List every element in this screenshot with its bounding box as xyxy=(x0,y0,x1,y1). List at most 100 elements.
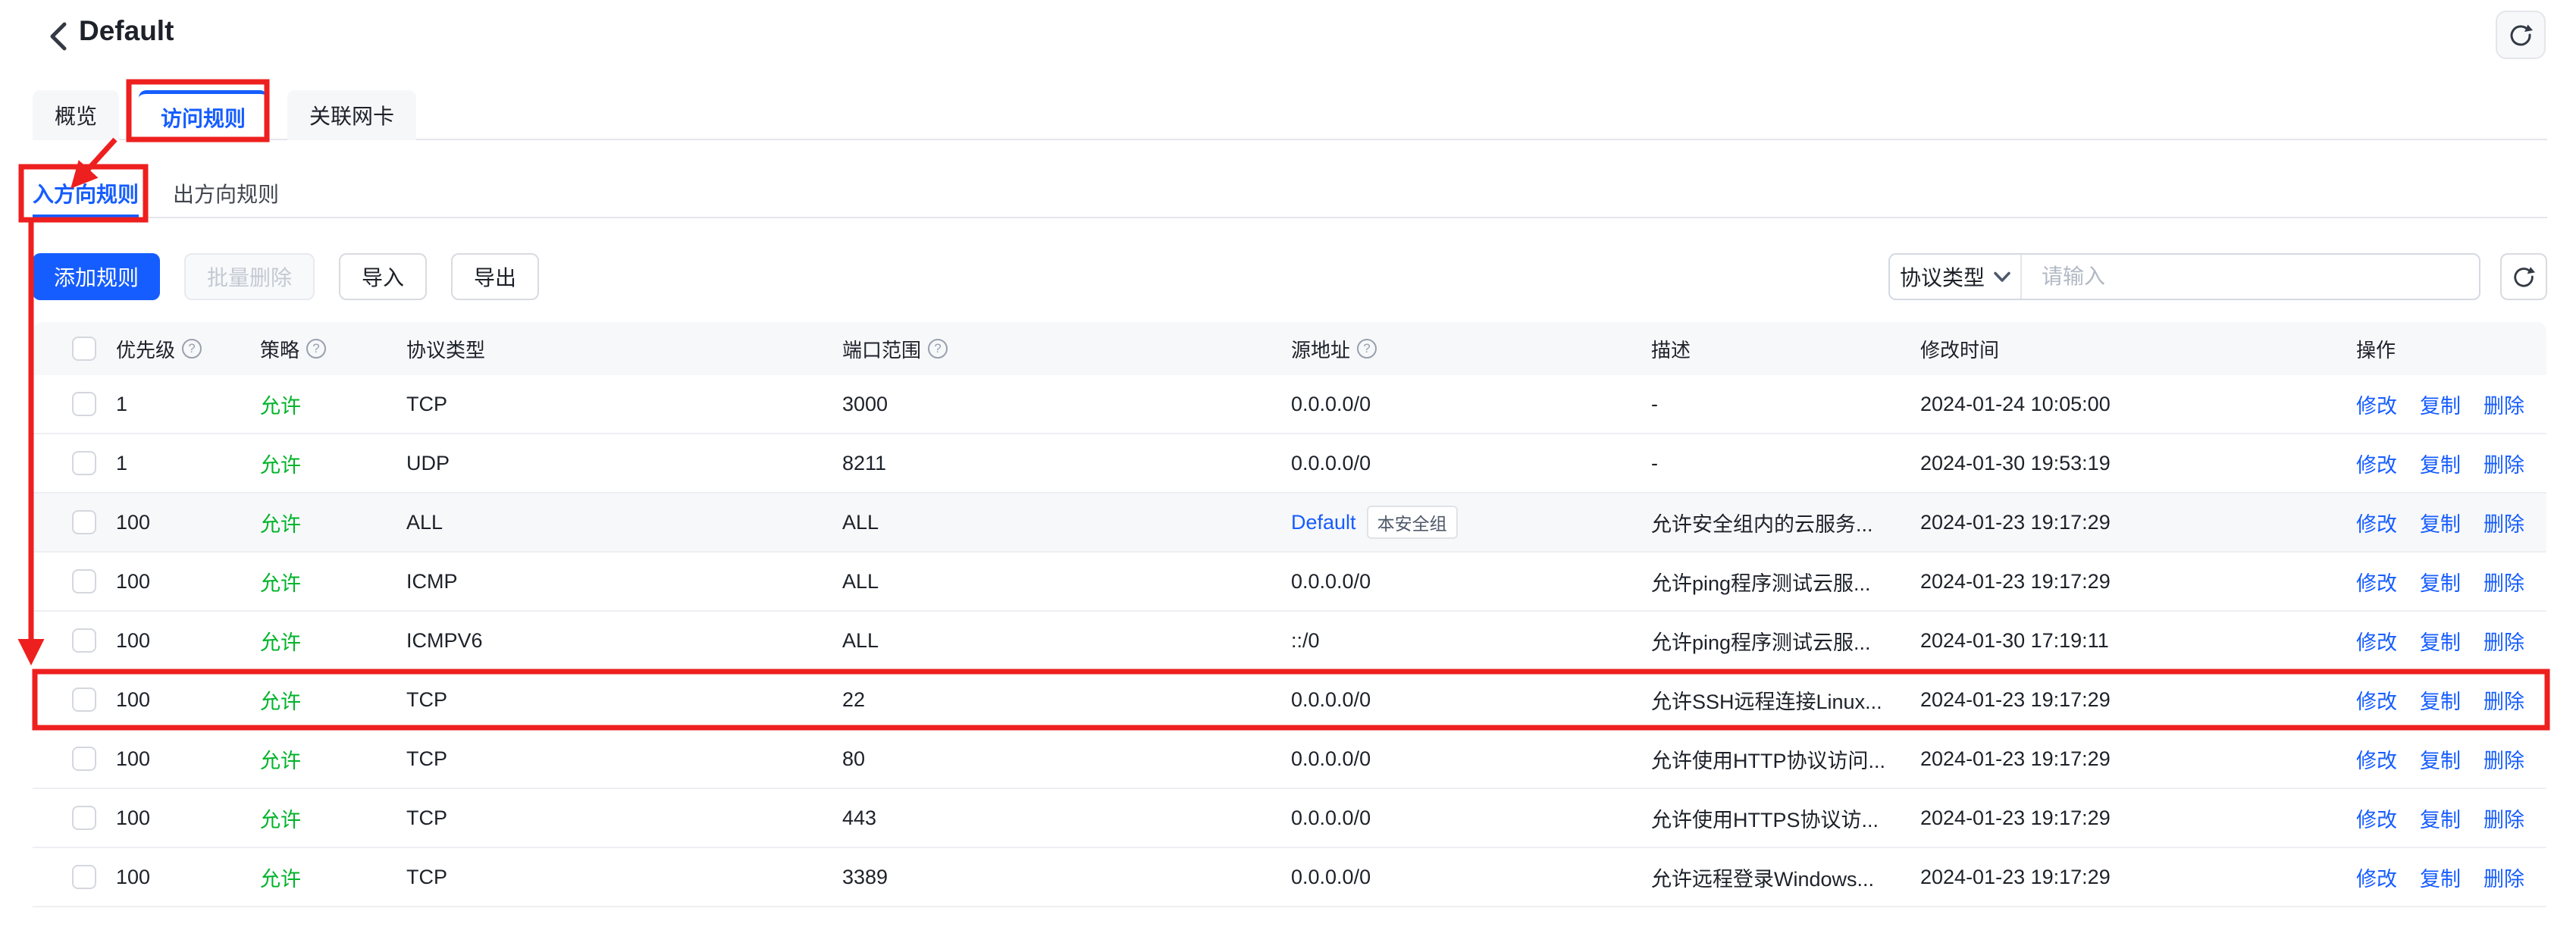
action-copy[interactable]: 复制 xyxy=(2420,626,2461,656)
policy-value: 允许 xyxy=(260,567,406,597)
row-checkbox[interactable] xyxy=(72,806,96,830)
source-value: 0.0.0.0/0 xyxy=(1291,688,1371,712)
import-button[interactable]: 导入 xyxy=(339,253,427,300)
annotation-arrow-tab-to-subtab xyxy=(85,139,115,173)
action-delete[interactable]: 删除 xyxy=(2484,803,2524,833)
subtab-outbound-rules[interactable]: 出方向规则 xyxy=(173,170,279,217)
row-checkbox[interactable] xyxy=(72,392,96,416)
port-range-value: ALL xyxy=(842,570,1291,594)
protocol-value: ICMP xyxy=(406,570,842,594)
protocol-value: TCP xyxy=(406,806,842,830)
action-delete[interactable]: 删除 xyxy=(2484,863,2524,892)
table-row: 100 允许 ICMP ALL 0.0.0.0/0 允许ping程序测试云服..… xyxy=(33,553,2546,612)
action-copy[interactable]: 复制 xyxy=(2420,567,2461,597)
source-value[interactable]: Default xyxy=(1291,511,1356,534)
modified-time-value: 2024-01-23 19:17:29 xyxy=(1920,866,2356,889)
action-delete[interactable]: 删除 xyxy=(2484,508,2524,537)
action-edit[interactable]: 修改 xyxy=(2356,863,2397,892)
row-checkbox[interactable] xyxy=(72,510,96,534)
priority-value: 100 xyxy=(116,688,260,712)
row-checkbox[interactable] xyxy=(72,747,96,771)
action-copy[interactable]: 复制 xyxy=(2420,863,2461,892)
question-circle-icon[interactable]: ? xyxy=(306,339,326,359)
action-edit[interactable]: 修改 xyxy=(2356,626,2397,656)
row-checkbox[interactable] xyxy=(72,865,96,889)
protocol-value: UDP xyxy=(406,452,842,475)
batch-delete-button: 批量删除 xyxy=(184,253,315,300)
row-checkbox[interactable] xyxy=(72,569,96,594)
inbound-rules-table: 优先级? 策略? 协议类型 端口范围? 源地址? 描述 修改时间 操作 1 允许… xyxy=(33,322,2546,907)
action-edit[interactable]: 修改 xyxy=(2356,567,2397,597)
row-actions: 修改复制删除 xyxy=(2356,567,2546,597)
search-input[interactable] xyxy=(2022,255,2479,299)
refresh-icon xyxy=(2512,265,2536,289)
action-copy[interactable]: 复制 xyxy=(2420,390,2461,419)
row-actions: 修改复制删除 xyxy=(2356,390,2546,419)
priority-value: 100 xyxy=(116,570,260,594)
chevron-down-icon xyxy=(1994,271,2010,283)
add-rule-button[interactable]: 添加规则 xyxy=(33,253,160,300)
modified-time-value: 2024-01-23 19:17:29 xyxy=(1920,688,2356,712)
description-value: 允许使用HTTPS协议访... xyxy=(1651,803,1920,833)
source-value: 0.0.0.0/0 xyxy=(1291,393,1371,416)
protocol-filter-select[interactable]: 协议类型 xyxy=(1890,255,2022,299)
export-button[interactable]: 导出 xyxy=(451,253,539,300)
subtab-inbound-rules[interactable]: 入方向规则 xyxy=(33,170,139,217)
tab-associated-nics-label: 关联网卡 xyxy=(309,100,394,130)
col-source: 源地址 xyxy=(1291,335,1350,363)
tab-access-rules-label: 访问规则 xyxy=(161,102,246,133)
action-delete[interactable]: 删除 xyxy=(2484,626,2524,656)
row-checkbox[interactable] xyxy=(72,687,96,712)
port-range-value: 8211 xyxy=(842,452,1291,475)
action-copy[interactable]: 复制 xyxy=(2420,449,2461,478)
modified-time-value: 2024-01-30 17:19:11 xyxy=(1920,629,2356,653)
protocol-filter-label: 协议类型 xyxy=(1900,262,1985,292)
action-delete[interactable]: 删除 xyxy=(2484,685,2524,715)
table-row: 1 允许 TCP 3000 0.0.0.0/0 - 2024-01-24 10:… xyxy=(33,375,2546,434)
action-delete[interactable]: 删除 xyxy=(2484,449,2524,478)
action-copy[interactable]: 复制 xyxy=(2420,508,2461,537)
action-edit[interactable]: 修改 xyxy=(2356,803,2397,833)
action-edit[interactable]: 修改 xyxy=(2356,744,2397,774)
action-copy[interactable]: 复制 xyxy=(2420,803,2461,833)
table-refresh-button[interactable] xyxy=(2500,253,2547,300)
tab-access-rules[interactable]: 访问规则 xyxy=(139,90,268,140)
action-copy[interactable]: 复制 xyxy=(2420,685,2461,715)
row-actions: 修改复制删除 xyxy=(2356,685,2546,715)
action-edit[interactable]: 修改 xyxy=(2356,685,2397,715)
action-edit[interactable]: 修改 xyxy=(2356,449,2397,478)
select-all-checkbox[interactable] xyxy=(72,337,96,361)
row-checkbox[interactable] xyxy=(72,628,96,653)
action-edit[interactable]: 修改 xyxy=(2356,390,2397,419)
action-delete[interactable]: 删除 xyxy=(2484,567,2524,597)
source-group-badge: 本安全组 xyxy=(1367,506,1458,539)
action-delete[interactable]: 删除 xyxy=(2484,744,2524,774)
source-value: 0.0.0.0/0 xyxy=(1291,806,1371,830)
question-circle-icon[interactable]: ? xyxy=(928,339,948,359)
row-actions: 修改复制删除 xyxy=(2356,449,2546,478)
row-actions: 修改复制删除 xyxy=(2356,626,2546,656)
tab-overview[interactable]: 概览 xyxy=(33,90,119,140)
description-value: 允许SSH远程连接Linux... xyxy=(1651,685,1920,715)
policy-value: 允许 xyxy=(260,449,406,478)
priority-value: 1 xyxy=(116,393,260,416)
description-value: 允许ping程序测试云服... xyxy=(1651,626,1920,656)
policy-value: 允许 xyxy=(260,626,406,656)
question-circle-icon[interactable]: ? xyxy=(182,339,202,359)
subtab-inbound-label: 入方向规则 xyxy=(33,178,139,208)
action-edit[interactable]: 修改 xyxy=(2356,508,2397,537)
subtab-outbound-label: 出方向规则 xyxy=(173,178,279,208)
tab-associated-nics[interactable]: 关联网卡 xyxy=(287,90,416,140)
modified-time-value: 2024-01-23 19:17:29 xyxy=(1920,806,2356,830)
description-value: 允许远程登录Windows... xyxy=(1651,863,1920,892)
page-refresh-button[interactable] xyxy=(2496,11,2546,59)
action-delete[interactable]: 删除 xyxy=(2484,390,2524,419)
modified-time-value: 2024-01-23 19:17:29 xyxy=(1920,747,2356,771)
table-header-row: 优先级? 策略? 协议类型 端口范围? 源地址? 描述 修改时间 操作 xyxy=(33,322,2546,375)
action-copy[interactable]: 复制 xyxy=(2420,744,2461,774)
back-button[interactable] xyxy=(41,20,74,53)
question-circle-icon[interactable]: ? xyxy=(1357,339,1377,359)
policy-value: 允许 xyxy=(260,390,406,419)
row-checkbox[interactable] xyxy=(72,451,96,475)
source-value: 0.0.0.0/0 xyxy=(1291,747,1371,771)
